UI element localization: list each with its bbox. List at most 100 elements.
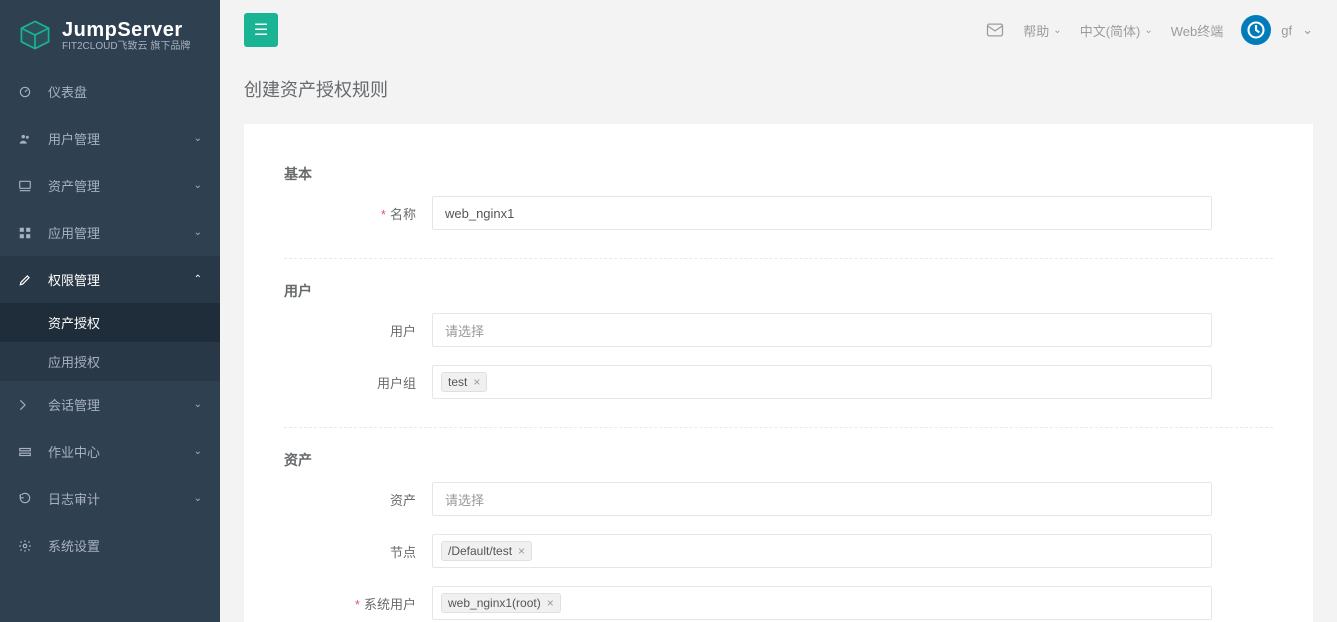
brand-logo-icon — [18, 18, 52, 52]
assets-icon — [18, 179, 34, 193]
sidebar-item-dashboard[interactable]: 仪表盘 — [0, 68, 220, 115]
main-area: ☰ 帮助 ⌄ 中文(简体) ⌄ Web终端 gf ⌄ 创建资产授权规则 基本 — [220, 0, 1337, 622]
section-heading-asset: 资产 — [284, 438, 1273, 470]
sidebar-item-jobs[interactable]: 作业中心 ⌄ — [0, 428, 220, 475]
tag-remove-icon[interactable]: × — [547, 596, 554, 610]
sidebar-item-settings[interactable]: 系统设置 — [0, 522, 220, 569]
sidebar-item-label: 资产管理 — [48, 176, 180, 195]
sidebar-item-users[interactable]: 用户管理 ⌄ — [0, 115, 220, 162]
sidebar-item-sessions[interactable]: 会话管理 ⌄ — [0, 381, 220, 428]
system-user-select[interactable]: web_nginx1(root) × — [432, 586, 1212, 620]
caret-down-icon: ⌄ — [1302, 22, 1313, 38]
name-input[interactable] — [432, 196, 1212, 230]
asset-select-placeholder: 请选择 — [445, 490, 484, 509]
hamburger-icon: ☰ — [254, 20, 268, 40]
caret-down-icon: ⌄ — [1144, 25, 1152, 36]
section-heading-user: 用户 — [284, 269, 1273, 301]
sidebar-item-permissions[interactable]: 权限管理 ⌃ — [0, 256, 220, 303]
apps-icon — [18, 226, 34, 240]
section-divider — [284, 427, 1273, 428]
tag-system-user: web_nginx1(root) × — [441, 593, 561, 613]
brand-title: JumpServer — [62, 19, 190, 41]
edit-icon — [18, 273, 34, 287]
audit-icon — [18, 492, 34, 506]
tag-node: /Default/test × — [441, 541, 532, 561]
topbar-language-label: 中文(简体) — [1080, 21, 1141, 40]
topbar-help-label: 帮助 — [1023, 21, 1049, 40]
tag-remove-icon[interactable]: × — [518, 544, 525, 558]
field-label-node: 节点 — [390, 545, 416, 560]
user-select[interactable]: 请选择 — [432, 313, 1212, 347]
sidebar-item-label: 作业中心 — [48, 442, 180, 461]
topbar-web-terminal-label: Web终端 — [1171, 21, 1224, 40]
required-marker: * — [381, 207, 386, 222]
sidebar-item-label: 应用管理 — [48, 223, 180, 242]
terminal-icon — [18, 398, 34, 412]
chevron-down-icon: ⌄ — [194, 227, 202, 238]
dashboard-icon — [18, 85, 34, 99]
sidebar-item-label: 用户管理 — [48, 129, 180, 148]
field-label-user-group: 用户组 — [377, 376, 416, 391]
section-divider — [284, 258, 1273, 259]
asset-select[interactable]: 请选择 — [432, 482, 1212, 516]
sidebar-item-audit[interactable]: 日志审计 ⌄ — [0, 475, 220, 522]
sidebar-item-label: 权限管理 — [48, 270, 180, 289]
page-title: 创建资产授权规则 — [220, 60, 1337, 124]
sidebar-item-label: 仪表盘 — [48, 82, 202, 101]
form-row-user-group: 用户组 test × — [284, 359, 1273, 405]
topbar: ☰ 帮助 ⌄ 中文(简体) ⌄ Web终端 gf ⌄ — [220, 0, 1337, 60]
topbar-language[interactable]: 中文(简体) ⌄ — [1080, 21, 1153, 40]
topbar-username: gf — [1281, 23, 1292, 38]
form-row-node: 节点 /Default/test × — [284, 528, 1273, 574]
tag-label: web_nginx1(root) — [448, 596, 541, 610]
sidebar-item-label: 会话管理 — [48, 395, 180, 414]
sidebar-sub-permissions: 资产授权 应用授权 — [0, 303, 220, 381]
field-label-name: 名称 — [390, 207, 416, 222]
sidebar-subitem-label: 应用授权 — [48, 355, 100, 370]
topbar-user[interactable]: gf ⌄ — [1241, 15, 1313, 45]
section-heading-basic: 基本 — [284, 152, 1273, 184]
caret-down-icon: ⌄ — [1053, 25, 1061, 36]
form-row-asset: 资产 请选择 — [284, 476, 1273, 522]
settings-icon — [18, 539, 34, 553]
sidebar-item-assets[interactable]: 资产管理 ⌄ — [0, 162, 220, 209]
avatar-icon — [1241, 15, 1271, 45]
chevron-down-icon: ⌄ — [194, 446, 202, 457]
form-row-name: * 名称 — [284, 190, 1273, 236]
node-select[interactable]: /Default/test × — [432, 534, 1212, 568]
tag-remove-icon[interactable]: × — [473, 375, 480, 389]
sidebar-subitem-label: 资产授权 — [48, 316, 100, 331]
field-label-user: 用户 — [390, 324, 416, 339]
sidebar: JumpServer FIT2CLOUD飞致云 旗下品牌 仪表盘 用户管理 ⌄ … — [0, 0, 220, 622]
chevron-down-icon: ⌄ — [194, 493, 202, 504]
form-row-user: 用户 请选择 — [284, 307, 1273, 353]
form-row-system-user: * 系统用户 web_nginx1(root) × — [284, 580, 1273, 622]
form-card: 基本 *名称 用户 用户 请选择 用 — [244, 124, 1313, 622]
tag-label: /Default/test — [448, 544, 512, 558]
chevron-down-icon: ⌄ — [194, 180, 202, 191]
tag-user-group: test × — [441, 372, 487, 392]
field-label-asset: 资产 — [390, 493, 416, 508]
users-icon — [18, 132, 34, 146]
user-group-select[interactable]: test × — [432, 365, 1212, 399]
topbar-web-terminal[interactable]: Web终端 — [1171, 21, 1224, 40]
sidebar-subitem-app-perm[interactable]: 应用授权 — [0, 342, 220, 381]
sidebar-item-label: 日志审计 — [48, 489, 180, 508]
required-marker: * — [355, 597, 360, 612]
jobs-icon — [18, 445, 34, 459]
sidebar-item-apps[interactable]: 应用管理 ⌄ — [0, 209, 220, 256]
user-select-placeholder: 请选择 — [445, 321, 484, 340]
field-label-system-user: 系统用户 — [364, 597, 416, 612]
brand-subtitle: FIT2CLOUD飞致云 旗下品牌 — [62, 41, 190, 52]
topbar-help[interactable]: 帮助 ⌄ — [1023, 21, 1061, 40]
brand-block: JumpServer FIT2CLOUD飞致云 旗下品牌 — [0, 0, 220, 68]
sidebar-item-label: 系统设置 — [48, 536, 202, 555]
chevron-down-icon: ⌄ — [194, 133, 202, 144]
tag-label: test — [448, 375, 467, 389]
sidebar-subitem-asset-perm[interactable]: 资产授权 — [0, 303, 220, 342]
chevron-down-icon: ⌄ — [194, 399, 202, 410]
hamburger-button[interactable]: ☰ — [244, 13, 278, 47]
sidebar-nav: 仪表盘 用户管理 ⌄ 资产管理 ⌄ 应用管理 ⌄ 权 — [0, 68, 220, 569]
chevron-up-icon: ⌃ — [194, 274, 202, 285]
mail-icon[interactable] — [985, 20, 1005, 40]
